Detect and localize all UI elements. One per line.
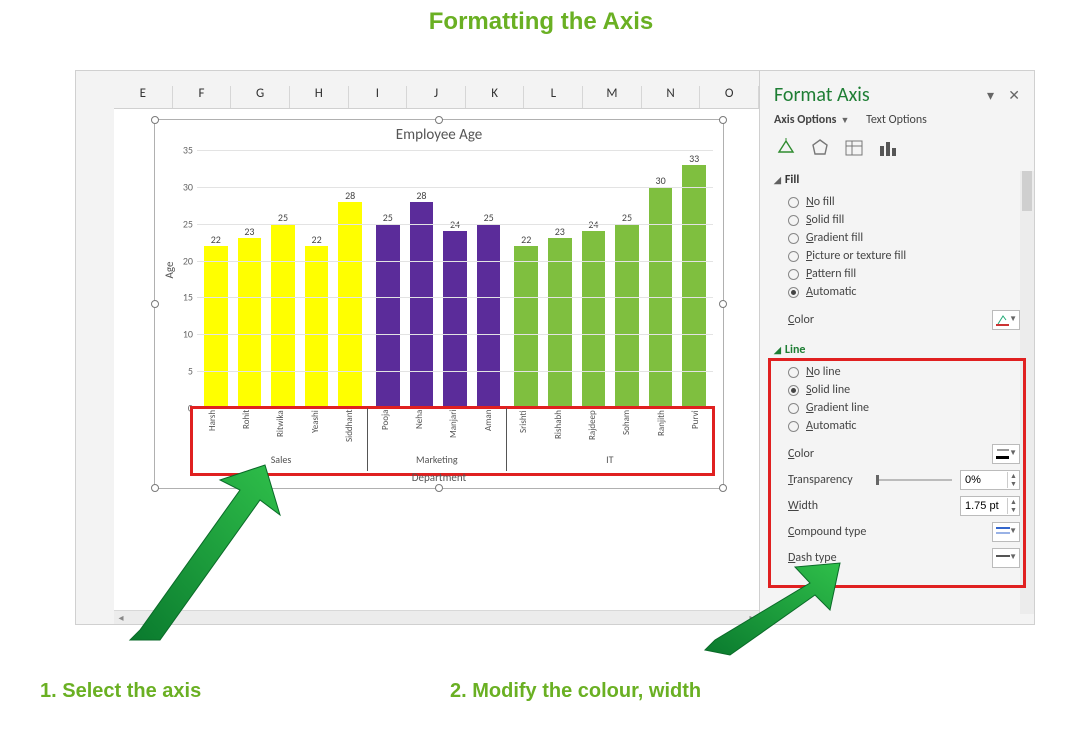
page-title: Formatting the Axis: [0, 8, 1082, 36]
axis-options-icon[interactable]: [876, 137, 900, 159]
resize-handle[interactable]: [719, 300, 727, 308]
line-color-picker[interactable]: ▼: [992, 444, 1020, 464]
radio-picture-or-texture-fill[interactable]: Picture or texture fill: [788, 247, 1024, 265]
resize-handle[interactable]: [719, 484, 727, 492]
fill-color-row: Color ▼: [760, 307, 1034, 333]
bar[interactable]: 24: [440, 150, 470, 408]
line-color-row: Color ▼: [760, 441, 1034, 467]
radio-solid-line[interactable]: Solid line: [788, 381, 1024, 399]
compound-type-picker[interactable]: ▼: [992, 522, 1020, 542]
bar[interactable]: 25: [373, 150, 403, 408]
fill-section-header[interactable]: ◢Fill: [760, 169, 1034, 191]
transparency-spinner[interactable]: ▲▼: [960, 470, 1020, 490]
arrow-1: [110, 460, 290, 660]
size-props-icon[interactable]: [842, 137, 866, 159]
bar[interactable]: 25: [474, 150, 504, 408]
close-icon[interactable]: ✕: [1008, 87, 1020, 104]
panel-scrollbar[interactable]: [1020, 171, 1034, 614]
x-axis-names: HarshRohitRitwikaYeashiSiddhantPoojaNeha…: [195, 408, 713, 453]
bar[interactable]: 28: [335, 150, 365, 408]
radio-no-fill[interactable]: No fill: [788, 193, 1024, 211]
bar[interactable]: 24: [579, 150, 609, 408]
tab-axis-options[interactable]: Axis Options: [774, 113, 836, 127]
panel-menu-icon[interactable]: ▾: [987, 87, 994, 104]
transparency-slider[interactable]: [876, 479, 952, 481]
bar[interactable]: 25: [268, 150, 298, 408]
radio-solid-fill[interactable]: Solid fill: [788, 211, 1024, 229]
bar[interactable]: 33: [679, 150, 709, 408]
resize-handle[interactable]: [435, 484, 443, 492]
arrow-2: [700, 555, 860, 665]
y-axis-label: Age: [163, 262, 176, 279]
bar[interactable]: 25: [612, 150, 642, 408]
fill-options: No fillSolid fillGradient fillPicture or…: [760, 191, 1034, 307]
panel-tabs: Axis Options▼ Text Options: [760, 111, 1034, 135]
radio-pattern-fill[interactable]: Pattern fill: [788, 265, 1024, 283]
radio-gradient-line[interactable]: Gradient line: [788, 399, 1024, 417]
transparency-row: Transparency ▲▼: [760, 467, 1034, 493]
bar[interactable]: 22: [302, 150, 332, 408]
y-axis-ticks: 05101520253035: [179, 150, 195, 408]
fill-color-picker[interactable]: ▼: [992, 310, 1020, 330]
resize-handle[interactable]: [435, 116, 443, 124]
panel-title: Format Axis ▾ ✕: [760, 77, 1034, 111]
bar[interactable]: 23: [235, 150, 265, 408]
tab-text-options[interactable]: Text Options: [866, 113, 927, 127]
width-spinner[interactable]: ▲▼: [960, 496, 1020, 516]
caption-2: 2. Modify the colour, width: [450, 680, 701, 703]
width-row: Width ▲▼: [760, 493, 1034, 519]
bar[interactable]: 30: [646, 150, 676, 408]
line-section-header[interactable]: ◢Line: [760, 339, 1034, 361]
plot-area: 222325222825282425222324253033: [197, 150, 713, 408]
resize-handle[interactable]: [151, 116, 159, 124]
column-headers: EFGHIJKLMNO: [114, 86, 759, 108]
radio-no-line[interactable]: No line: [788, 363, 1024, 381]
bar[interactable]: 22: [201, 150, 231, 408]
bar[interactable]: 28: [407, 150, 437, 408]
effects-icon[interactable]: [808, 137, 832, 159]
bar[interactable]: 23: [545, 150, 575, 408]
radio-gradient-fill[interactable]: Gradient fill: [788, 229, 1024, 247]
dash-type-picker[interactable]: ▼: [992, 548, 1020, 568]
line-options: No lineSolid lineGradient lineAutomatic: [760, 361, 1034, 441]
caption-1: 1. Select the axis: [40, 680, 201, 703]
panel-icon-row: [760, 135, 1034, 169]
fill-line-icon[interactable]: [774, 137, 798, 159]
compound-type-row: Compound type ▼: [760, 519, 1034, 545]
radio-automatic[interactable]: Automatic: [788, 283, 1024, 301]
bars-container: 222325222825282425222324253033: [197, 150, 713, 408]
resize-handle[interactable]: [151, 300, 159, 308]
bar[interactable]: 22: [511, 150, 541, 408]
radio-automatic[interactable]: Automatic: [788, 417, 1024, 435]
resize-handle[interactable]: [719, 116, 727, 124]
embedded-chart[interactable]: Employee Age 05101520253035 Age 22232522…: [154, 119, 724, 489]
format-axis-panel: Format Axis ▾ ✕ Axis Options▼ Text Optio…: [759, 71, 1034, 624]
